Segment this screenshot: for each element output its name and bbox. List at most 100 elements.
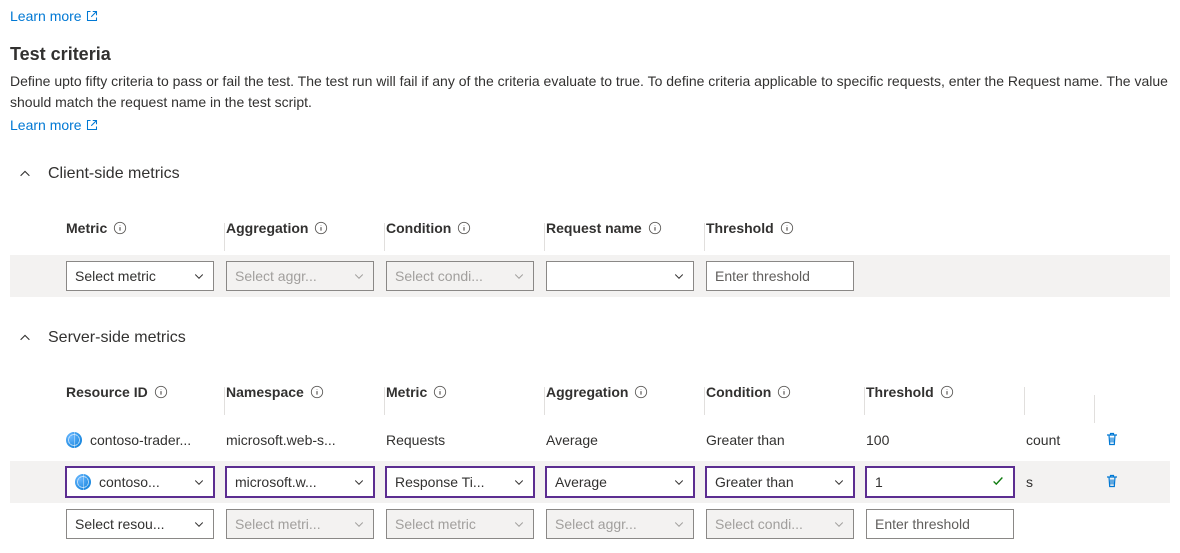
header-metric: Metric — [66, 220, 107, 236]
client-form-row: Select metric Select aggr... Select cond… — [10, 255, 1170, 297]
learn-more-link-section[interactable]: Learn more — [10, 117, 98, 133]
select-text: contoso... — [99, 474, 160, 490]
select-text: Select metric — [75, 268, 156, 284]
info-icon[interactable] — [648, 221, 662, 235]
info-icon[interactable] — [940, 385, 954, 399]
accordion-title: Client-side metrics — [48, 165, 180, 183]
chevron-down-icon — [673, 476, 685, 488]
chevron-down-icon — [353, 518, 365, 530]
chevron-down-icon — [193, 476, 205, 488]
chevron-down-icon — [193, 270, 205, 282]
cell-threshold: 100 — [866, 432, 889, 448]
aggregation-select[interactable]: Average — [546, 467, 694, 497]
aggregation-select[interactable]: Select aggr... — [546, 509, 694, 539]
resource-id-select[interactable]: contoso... — [66, 467, 214, 497]
chevron-up-icon — [18, 331, 32, 345]
cell-metric: Requests — [386, 432, 445, 448]
server-form-row-active: contoso... microsoft.w... Response Ti...… — [10, 461, 1170, 503]
header-threshold: Threshold — [866, 384, 934, 400]
section-title: Test criteria — [10, 44, 1170, 65]
header-condition: Condition — [386, 220, 451, 236]
select-text: Select resou... — [75, 516, 165, 532]
accordion-title: Server-side metrics — [48, 329, 186, 347]
chevron-down-icon — [513, 270, 525, 282]
delete-button[interactable] — [1104, 473, 1120, 492]
chevron-down-icon — [833, 476, 845, 488]
select-text: Select condi... — [715, 516, 803, 532]
globe-icon — [75, 474, 91, 490]
threshold-input[interactable] — [866, 467, 1014, 497]
info-icon[interactable] — [433, 385, 447, 399]
select-text: Select aggr... — [555, 516, 637, 532]
info-icon[interactable] — [634, 385, 648, 399]
info-icon[interactable] — [310, 385, 324, 399]
request-name-select[interactable] — [546, 261, 694, 291]
condition-select[interactable]: Greater than — [706, 467, 854, 497]
header-aggregation: Aggregation — [226, 220, 308, 236]
cell-resource-id: contoso-trader... — [90, 432, 191, 448]
header-aggregation: Aggregation — [546, 384, 628, 400]
cell-condition: Greater than — [706, 432, 785, 448]
chevron-down-icon — [353, 476, 365, 488]
header-request-name: Request name — [546, 220, 642, 236]
header-namespace: Namespace — [226, 384, 304, 400]
header-condition: Condition — [706, 384, 771, 400]
metric-select[interactable]: Select metric — [66, 261, 214, 291]
select-text: Average — [555, 474, 607, 490]
section-description: Define upto fifty criteria to pass or fa… — [10, 71, 1170, 113]
info-icon[interactable] — [113, 221, 127, 235]
threshold-input[interactable] — [866, 509, 1014, 539]
condition-select[interactable]: Select condi... — [386, 261, 534, 291]
chevron-down-icon — [513, 518, 525, 530]
learn-more-label: Learn more — [10, 117, 82, 133]
select-text: Select condi... — [395, 268, 483, 284]
learn-more-label: Learn more — [10, 8, 82, 24]
trash-icon — [1104, 473, 1120, 492]
info-icon[interactable] — [457, 221, 471, 235]
select-text: Select metric — [395, 516, 476, 532]
client-headers-row: Metric Aggregation Condition Request nam… — [10, 207, 1170, 249]
chevron-up-icon — [18, 167, 32, 181]
header-threshold: Threshold — [706, 220, 774, 236]
external-link-icon — [86, 10, 98, 22]
threshold-field[interactable] — [875, 474, 991, 490]
chevron-down-icon — [673, 518, 685, 530]
accordion-server-side[interactable]: Server-side metrics — [10, 323, 1170, 353]
checkmark-icon — [991, 474, 1005, 491]
server-form-row-new: Select resou... Select metri... Select m… — [10, 503, 1170, 545]
chevron-down-icon — [353, 270, 365, 282]
info-icon[interactable] — [314, 221, 328, 235]
cell-namespace: microsoft.web-s... — [226, 432, 336, 448]
namespace-select[interactable]: microsoft.w... — [226, 467, 374, 497]
condition-select[interactable]: Select condi... — [706, 509, 854, 539]
select-text: Response Ti... — [395, 474, 485, 490]
metric-select[interactable]: Response Ti... — [386, 467, 534, 497]
header-resource-id: Resource ID — [66, 384, 148, 400]
cell-aggregation: Average — [546, 432, 598, 448]
server-data-row: contoso-trader... microsoft.web-s... Req… — [10, 419, 1170, 461]
chevron-down-icon — [193, 518, 205, 530]
header-metric: Metric — [386, 384, 427, 400]
threshold-field[interactable] — [715, 268, 845, 284]
resource-id-select[interactable]: Select resou... — [66, 509, 214, 539]
select-text: Select aggr... — [235, 268, 317, 284]
info-icon[interactable] — [154, 385, 168, 399]
learn-more-link-top[interactable]: Learn more — [10, 8, 98, 24]
namespace-select[interactable]: Select metri... — [226, 509, 374, 539]
threshold-field[interactable] — [875, 516, 1005, 532]
chevron-down-icon — [673, 270, 685, 282]
cell-unit: s — [1026, 474, 1033, 490]
info-icon[interactable] — [777, 385, 791, 399]
select-text: Select metri... — [235, 516, 321, 532]
select-text: Greater than — [715, 474, 794, 490]
metric-select[interactable]: Select metric — [386, 509, 534, 539]
aggregation-select[interactable]: Select aggr... — [226, 261, 374, 291]
trash-icon — [1104, 431, 1120, 450]
delete-button[interactable] — [1104, 431, 1120, 450]
threshold-input[interactable] — [706, 261, 854, 291]
info-icon[interactable] — [780, 221, 794, 235]
select-text: microsoft.w... — [235, 474, 317, 490]
accordion-client-side[interactable]: Client-side metrics — [10, 159, 1170, 189]
chevron-down-icon — [833, 518, 845, 530]
server-headers-row: Resource ID Namespace Metric Aggregation… — [10, 371, 1170, 413]
